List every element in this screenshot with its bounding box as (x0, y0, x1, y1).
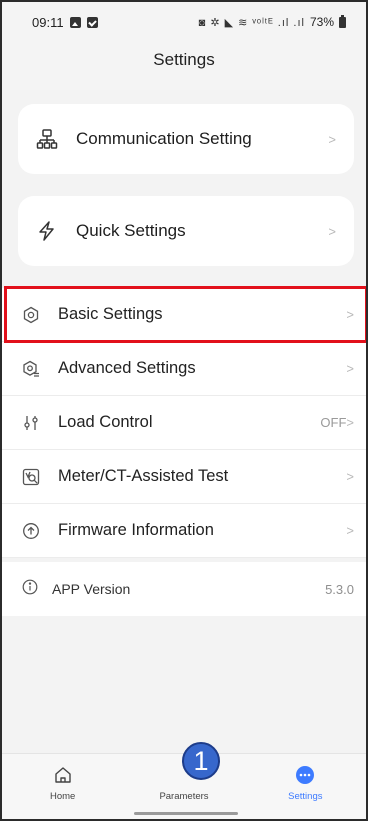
chevron-right-icon: > (346, 361, 354, 376)
advanced-settings-label: Advanced Settings (58, 359, 196, 377)
quick-settings-label: Quick Settings (76, 221, 186, 240)
basic-settings-row[interactable]: Basic Settings > (2, 288, 366, 342)
firmware-information-label: Firmware Information (58, 521, 214, 539)
firmware-information-row[interactable]: Firmware Information > (2, 504, 366, 558)
advanced-gear-icon (22, 360, 40, 378)
battery-icon (339, 14, 346, 28)
advanced-settings-row[interactable]: Advanced Settings > (2, 342, 366, 396)
check-notification-icon (86, 16, 98, 28)
meter-ct-test-label: Meter/CT-Assisted Test (58, 467, 229, 485)
battery-percent: 73% (309, 15, 334, 29)
status-indicators-icon: ◙ ✲ ◣ ≋ ᵛᵒˡᵗᴱ .ıl .ıl (198, 16, 305, 29)
phone-screen: 09:11 ◙ ✲ ◣ ≋ ᵛᵒˡᵗᴱ .ıl .ıl 73% Settings… (0, 0, 368, 821)
home-icon (52, 764, 74, 786)
meter-test-icon (22, 468, 40, 486)
status-time: 09:11 (32, 14, 64, 30)
app-version-value: 5.3.0 (325, 581, 354, 597)
communication-setting-label: Communication Setting (76, 129, 252, 148)
status-left: 09:11 (32, 15, 98, 30)
tab-settings[interactable]: Settings (245, 754, 366, 819)
app-version-row: APP Version 5.3.0 (2, 562, 366, 616)
settings-list: Basic Settings > Advanced Settings > Loa… (2, 288, 366, 558)
communication-setting-card[interactable]: Communication Setting > (18, 104, 354, 174)
chevron-right-icon: > (346, 307, 354, 322)
step-callout-badge: 1 (182, 742, 220, 780)
chevron-right-icon: > (346, 523, 354, 538)
info-icon (22, 579, 38, 600)
quick-settings-card[interactable]: Quick Settings > (18, 196, 354, 266)
status-bar: 09:11 ◙ ✲ ◣ ≋ ᵛᵒˡᵗᴱ .ıl .ıl 73% (2, 2, 366, 42)
chevron-right-icon: > (346, 469, 354, 484)
load-control-row[interactable]: Load Control OFF > (2, 396, 366, 450)
sliders-icon (22, 414, 40, 432)
chevron-right-icon: > (346, 415, 354, 430)
app-version-label: APP Version (52, 581, 131, 597)
upload-circle-icon (22, 522, 40, 540)
tab-home-label: Home (49, 791, 76, 802)
load-control-label: Load Control (58, 413, 153, 431)
lightning-icon (36, 220, 58, 242)
tab-home[interactable]: Home (2, 754, 123, 819)
header-area: 09:11 ◙ ✲ ◣ ≋ ᵛᵒˡᵗᴱ .ıl .ıl 73% Settings (2, 2, 366, 90)
chevron-right-icon: > (328, 223, 336, 239)
gallery-notification-icon (69, 16, 81, 28)
tab-settings-label: Settings (288, 791, 323, 802)
meter-ct-test-row[interactable]: Meter/CT-Assisted Test > (2, 450, 366, 504)
page-title: Settings (153, 50, 215, 69)
settings-dots-icon (294, 764, 316, 786)
tab-parameters-label: Parameters (159, 791, 209, 802)
chevron-right-icon: > (328, 131, 336, 147)
home-indicator (134, 812, 238, 815)
gear-icon (22, 306, 40, 324)
basic-settings-label: Basic Settings (58, 305, 163, 323)
status-right: ◙ ✲ ◣ ≋ ᵛᵒˡᵗᴱ .ıl .ıl 73% (198, 14, 346, 29)
network-icon (36, 128, 58, 150)
load-control-value: OFF (320, 415, 347, 430)
